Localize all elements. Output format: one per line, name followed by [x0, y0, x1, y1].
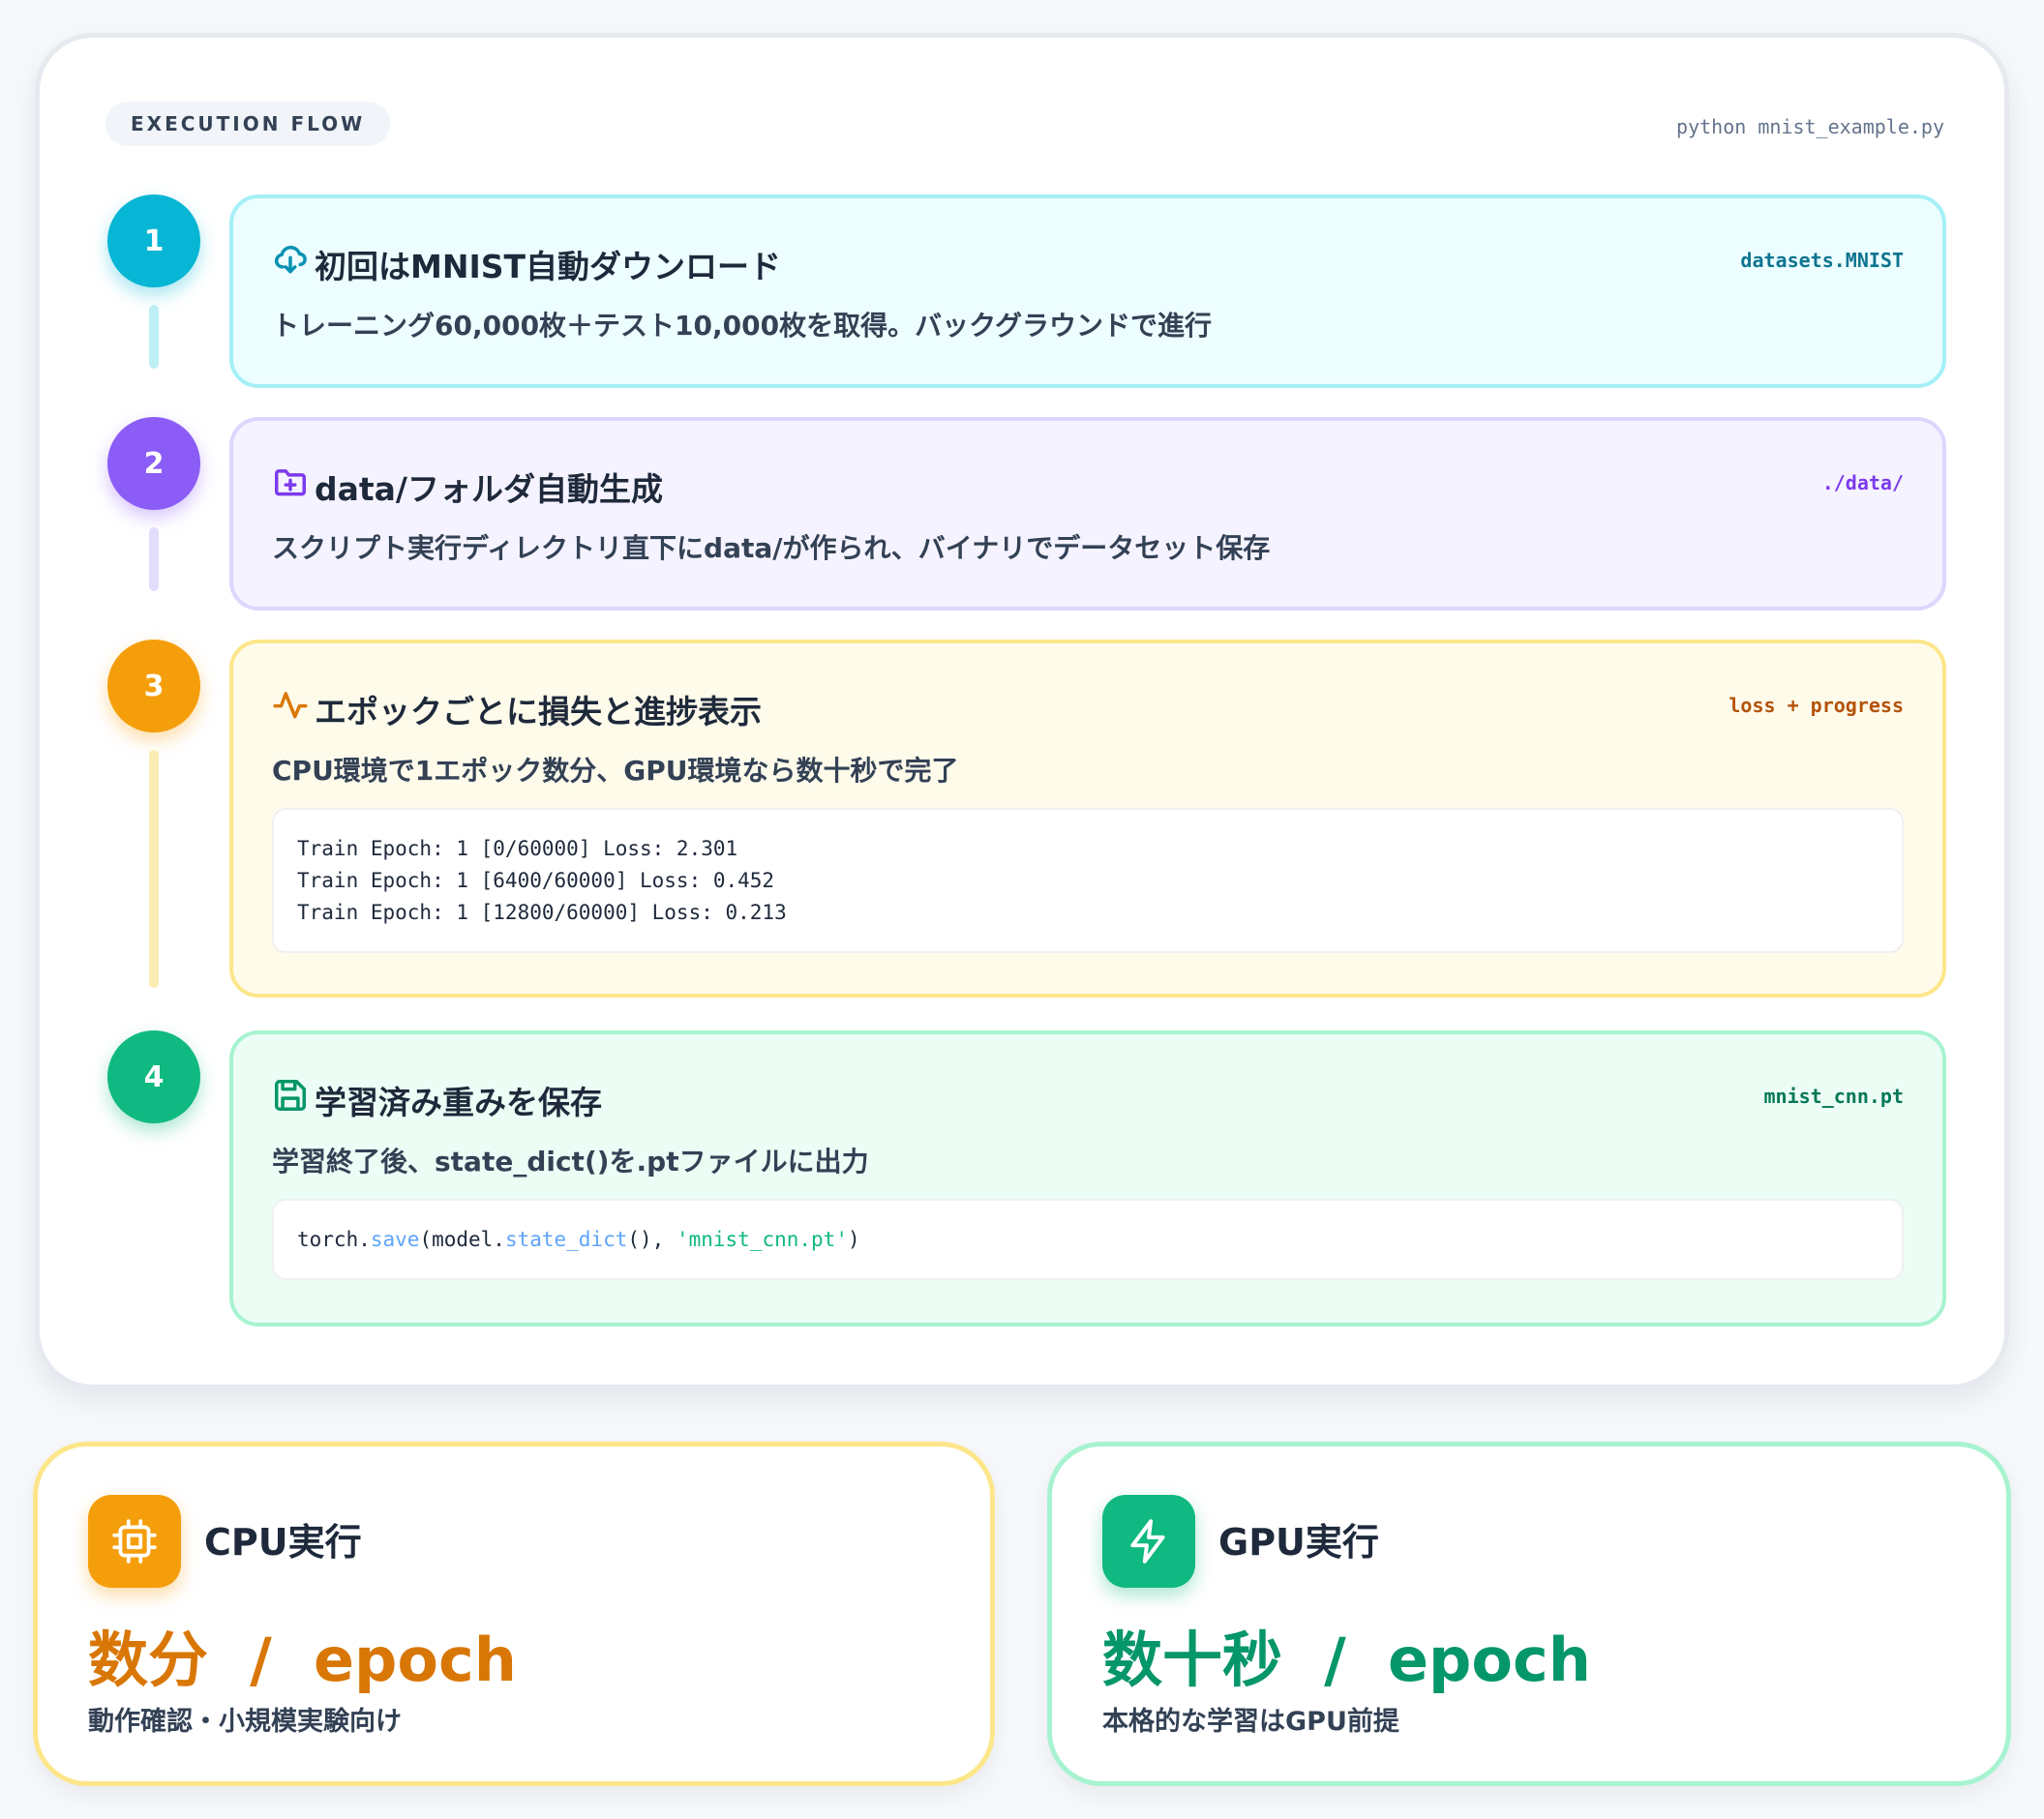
step-tag: ./data/ [1821, 471, 1904, 494]
step-number-1: 1 [107, 194, 200, 287]
code-token: ) [847, 1228, 860, 1251]
gpu-speed: 数十秒 / epoch [1102, 1625, 1591, 1695]
cpu-speed: 数分 / epoch [88, 1625, 517, 1695]
cpu-execution-card: CPU実行 数分 / epoch 動作確認・小規模実験向け [33, 1442, 995, 1786]
step-card-download: 初回はMNIST自動ダウンロード datasets.MNIST トレーニング60… [229, 194, 1946, 388]
log-line: Train Epoch: 1 [6400/60000] Loss: 0.452 [297, 869, 775, 892]
step-title: data/フォルダ自動生成 [315, 470, 663, 508]
step-card-data-folder: data/フォルダ自動生成 ./data/ スクリプト実行ディレクトリ直下にda… [229, 417, 1946, 611]
step-description: スクリプト実行ディレクトリ直下にdata/が作られ、バイナリでデータセット保存 [272, 532, 1271, 564]
cpu-note: 動作確認・小規模実験向け [88, 1707, 402, 1737]
gpu-execution-card: GPU実行 数十秒 / epoch 本格的な学習はGPU前提 [1047, 1442, 2011, 1786]
step-number-2: 2 [107, 417, 200, 510]
cpu-title: CPU実行 [204, 1521, 362, 1564]
step-tag: loss + progress [1728, 694, 1904, 717]
log-line: Train Epoch: 1 [0/60000] Loss: 2.301 [297, 837, 738, 860]
lightning-bolt-icon [1130, 1519, 1165, 1564]
step-tag: mnist_cnn.pt [1763, 1085, 1905, 1108]
code-function: state_dict [504, 1228, 628, 1251]
code-string: 'mnist_cnn.pt' [676, 1228, 848, 1251]
step-card-progress: エポックごとに損失と進捗表示 loss + progress CPU環境で1エポ… [229, 640, 1946, 998]
step-description: トレーニング60,000枚＋テスト10,000枚を取得。バックグラウンドで進行 [272, 310, 1212, 342]
step-description: 学習終了後、state_dict()を.ptファイルに出力 [272, 1146, 869, 1178]
step-title: エポックごとに損失と進捗表示 [315, 693, 762, 731]
folder-plus-icon [275, 469, 306, 496]
save-icon [275, 1080, 306, 1111]
cpu-icon-badge [88, 1495, 181, 1588]
training-log: Train Epoch: 1 [0/60000] Loss: 2.301 Tra… [272, 808, 1904, 953]
activity-icon [273, 692, 308, 719]
execution-flow-card: EXECUTION FLOW python mnist_example.py 1… [35, 33, 2009, 1389]
code-function: save [370, 1228, 420, 1251]
cloud-download-icon [274, 246, 307, 274]
step-connector [149, 527, 159, 591]
gpu-title: GPU実行 [1218, 1521, 1379, 1564]
code-token: (model. [419, 1228, 505, 1251]
cpu-chip-icon [112, 1519, 157, 1564]
gpu-icon-badge [1102, 1495, 1195, 1588]
code-token: (), [627, 1228, 676, 1251]
step-number-4: 4 [107, 1030, 200, 1123]
step-description: CPU環境で1エポック数分、GPU環境なら数十秒で完了 [272, 755, 959, 787]
step-title: 学習済み重みを保存 [315, 1084, 602, 1121]
execution-flow-label: EXECUTION FLOW [105, 102, 391, 146]
step-tag: datasets.MNIST [1740, 249, 1904, 272]
gpu-note: 本格的な学習はGPU前提 [1102, 1707, 1399, 1737]
step-title: 初回はMNIST自動ダウンロード [315, 248, 782, 285]
save-code: torch. save (model. state_dict (), 'mnist_cn… [272, 1199, 1904, 1280]
step-connector [149, 305, 159, 369]
code-token: torch. [297, 1228, 371, 1251]
log-line: Train Epoch: 1 [12800/60000] Loss: 0.213 [297, 901, 787, 924]
step-number-3: 3 [107, 640, 200, 732]
step-card-save: 学習済み重みを保存 mnist_cnn.pt 学習終了後、state_dict(… [229, 1030, 1946, 1327]
command-text: python mnist_example.py [1676, 115, 1944, 138]
step-connector [149, 750, 159, 988]
